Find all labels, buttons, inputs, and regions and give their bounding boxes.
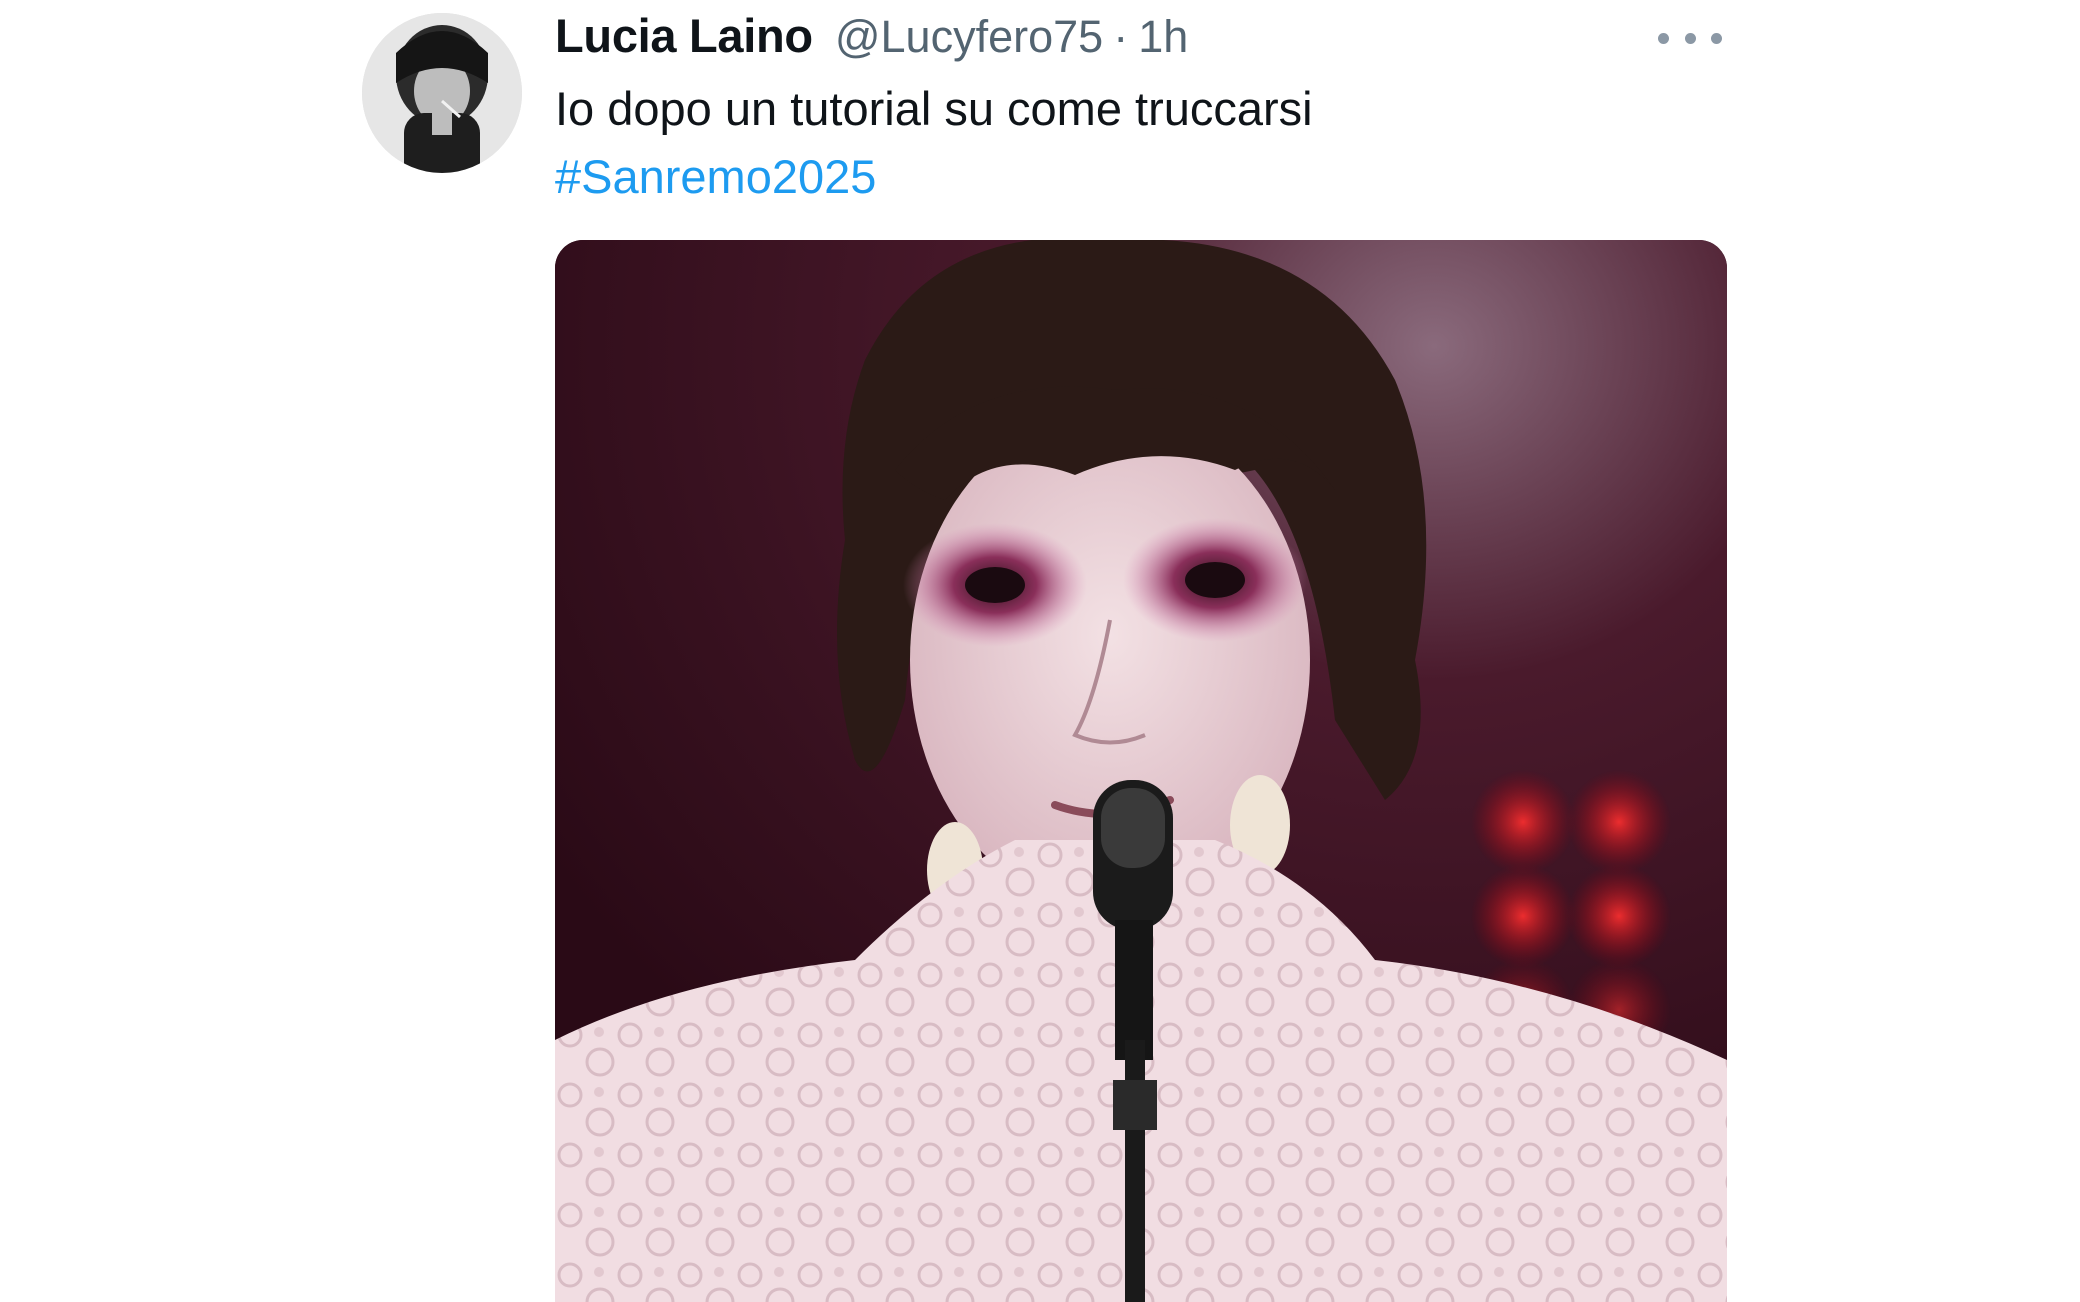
page: Lucia Laino @Lucyfero75 · 1h Io dopo un … [0, 0, 2080, 1302]
tweet-media-image[interactable] [555, 240, 1727, 1302]
avatar-image [362, 13, 522, 173]
more-dot [1658, 32, 1669, 44]
tweet-body: Io dopo un tutorial su come truccarsi [555, 82, 1313, 135]
separator-dot: · [1113, 11, 1129, 62]
timestamp[interactable]: 1h [1138, 11, 1188, 63]
tweet[interactable]: Lucia Laino @Lucyfero75 · 1h Io dopo un … [0, 0, 2080, 1302]
avatar[interactable] [362, 13, 522, 173]
tweet-text: Io dopo un tutorial su come truccarsi #S… [555, 75, 1735, 211]
user-handle[interactable]: @Lucyfero75 [835, 11, 1103, 63]
more-dot [1711, 32, 1722, 44]
performer-photo [555, 240, 1727, 1302]
display-name[interactable]: Lucia Laino [555, 8, 813, 63]
more-horizontal-icon[interactable] [1658, 18, 1722, 58]
more-dot [1684, 32, 1696, 44]
hashtag-link[interactable]: #Sanremo2025 [555, 143, 1735, 211]
tweet-header: Lucia Laino @Lucyfero75 · 1h [555, 8, 1188, 68]
